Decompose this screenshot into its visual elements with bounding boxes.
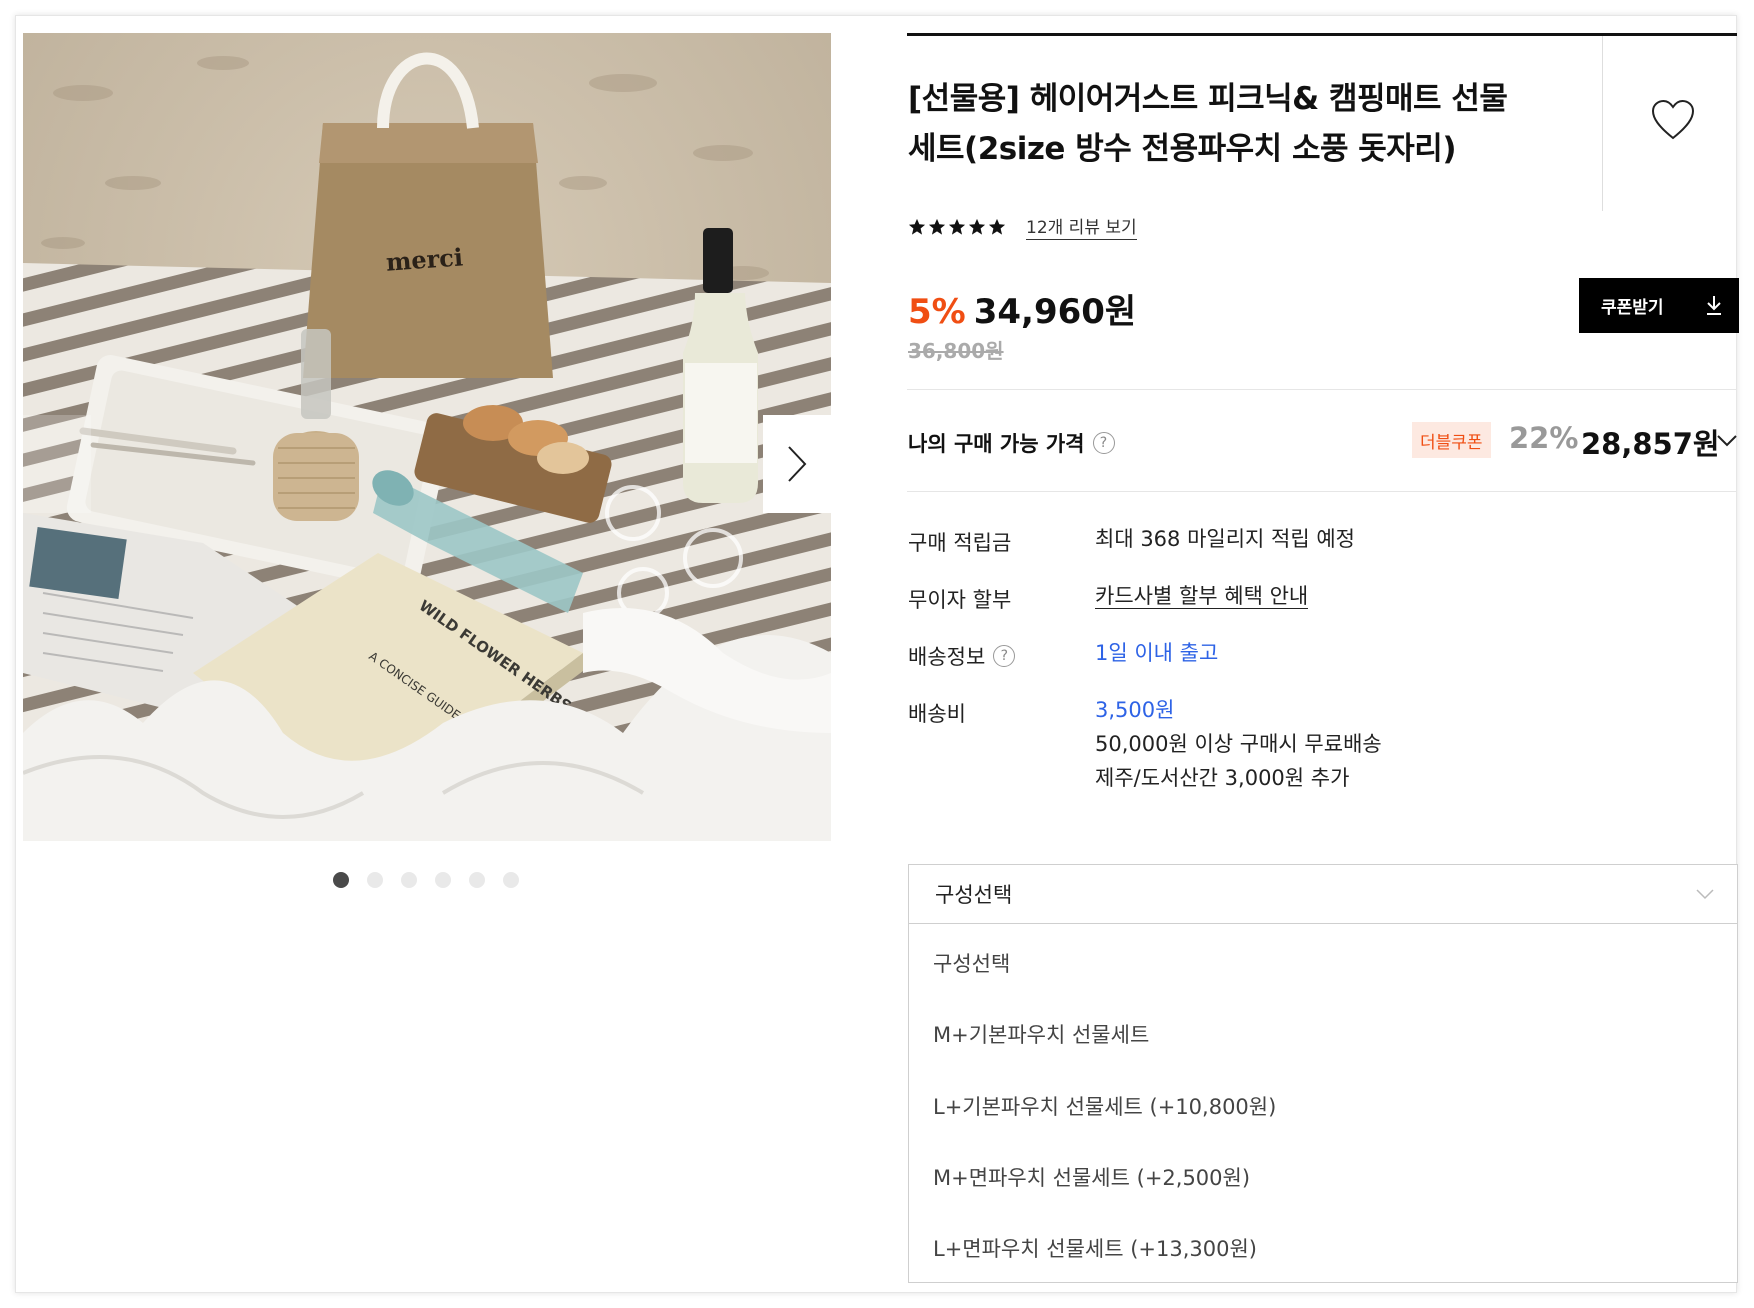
prev-slide-area[interactable] <box>23 415 91 513</box>
rating-stars <box>908 218 1006 236</box>
shipping-label: 배송정보 ? <box>908 641 1016 671</box>
product-main-image: merci WILD FLOWER HERBS A CONCISE GUIDE … <box>23 33 831 841</box>
help-icon[interactable]: ? <box>993 645 1016 667</box>
slide-dot[interactable] <box>469 872 485 888</box>
option-item[interactable]: M+기본파우치 선물세트 <box>933 1019 1149 1049</box>
download-icon <box>1707 296 1721 315</box>
coupon-button-label: 쿠폰받기 <box>1601 298 1664 318</box>
points-label: 구매 적립금 <box>908 531 1012 555</box>
slide-dot[interactable] <box>503 872 519 888</box>
shipping-fee-block: 3,500원 50,000원 이상 구매시 무료배송 제주/도서산간 3,000… <box>1095 693 1382 795</box>
slide-dot[interactable] <box>367 872 383 888</box>
my-price-label-text: 나의 구매 가능 가격 <box>908 432 1085 456</box>
star-icon <box>948 218 966 235</box>
installment-info-link[interactable]: 카드사별 할부 혜택 안내 <box>1095 584 1309 609</box>
slide-dot[interactable] <box>435 872 451 888</box>
heart-icon <box>1651 99 1695 140</box>
top-divider <box>907 33 1737 36</box>
product-title-line2: 세트(2size 방수 전용파우치 소풍 돗자리) <box>908 131 1457 167</box>
shipping-label-text: 배송정보 <box>908 645 986 669</box>
option-item[interactable]: L+면파우치 선물세트 (+13,300원) <box>933 1233 1257 1263</box>
option-dropdown-list: 구성선택 M+기본파우치 선물세트 L+기본파우치 선물세트 (+10,800원… <box>908 923 1738 1283</box>
option-item[interactable]: L+기본파우치 선물세트 (+10,800원) <box>933 1091 1276 1121</box>
next-slide-button[interactable] <box>763 415 831 513</box>
option-item[interactable]: 구성선택 <box>933 948 1010 978</box>
shipping-fee-value: 3,500원 <box>1095 698 1175 722</box>
my-price-value: 28,857원 <box>1581 427 1720 461</box>
price-row: 5% 34,960원 <box>908 284 1136 333</box>
original-price: 36,800원 <box>908 339 1004 363</box>
wishlist-button[interactable] <box>1650 98 1696 142</box>
shipping-fee-label: 배송비 <box>908 702 966 726</box>
coupon-download-button[interactable]: 쿠폰받기 <box>1579 278 1739 333</box>
chevron-down-icon[interactable] <box>1716 430 1738 450</box>
product-title-line1: [선물용] 헤이어거스트 피크닉& 캠핑매트 선물 <box>908 81 1508 117</box>
chevron-down-icon <box>1696 889 1714 900</box>
divider <box>907 389 1737 390</box>
option-item[interactable]: M+면파우치 선물세트 (+2,500원) <box>933 1162 1250 1192</box>
chevron-right-icon <box>788 446 807 482</box>
my-price-rate: 22% <box>1509 421 1579 455</box>
star-icon <box>988 218 1006 235</box>
title-separator <box>1602 36 1603 211</box>
shipping-value: 1일 이내 출고 <box>1095 641 1219 665</box>
shipping-fee-note: 50,000원 이상 구매시 무료배송 <box>1095 732 1382 756</box>
installment-label: 무이자 할부 <box>908 588 1012 612</box>
divider <box>907 491 1737 492</box>
option-select-value: 구성선택 <box>935 883 1013 907</box>
star-icon <box>908 218 926 235</box>
double-coupon-badge: 더블쿠폰 <box>1412 422 1491 458</box>
slide-dot[interactable] <box>333 872 349 888</box>
star-icon <box>968 218 986 235</box>
help-icon[interactable]: ? <box>1092 432 1115 454</box>
product-title: [선물용] 헤이어거스트 피크닉& 캠핑매트 선물 세트(2size 방수 전용… <box>908 74 1578 174</box>
discount-rate: 5% <box>908 292 966 332</box>
slide-dot[interactable] <box>401 872 417 888</box>
my-price-label: 나의 구매 가능 가격 ? <box>908 428 1115 458</box>
slide-indicator <box>333 872 519 888</box>
sale-price: 34,960원 <box>973 292 1137 332</box>
bag-print: merci <box>385 242 464 276</box>
shipping-fee-note: 제주/도서산간 3,000원 추가 <box>1095 766 1350 790</box>
star-icon <box>928 218 946 235</box>
option-select[interactable]: 구성선택 <box>908 864 1738 924</box>
review-link[interactable]: 12개 리뷰 보기 <box>1026 213 1137 240</box>
points-value: 최대 368 마일리지 적립 예정 <box>1095 527 1355 551</box>
